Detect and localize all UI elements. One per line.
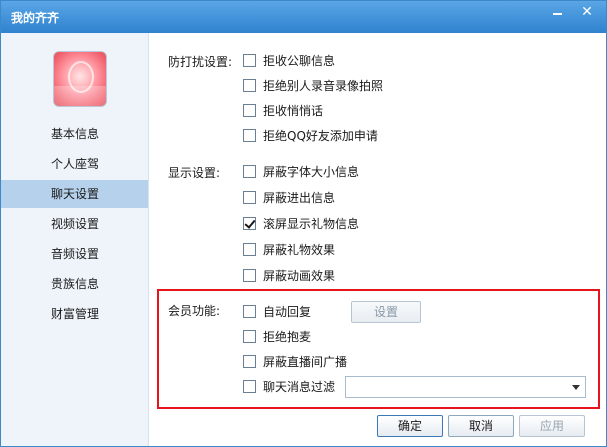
option-label: 拒绝QQ好友添加申请 [263, 129, 378, 143]
checkbox[interactable] [243, 355, 256, 368]
settings-window: 我的齐齐 ✕ 基本信息 个人座驾 聊天设置 视频设置 音频设置 贵族信息 财富管… [0, 0, 607, 447]
display-section-label: 显示设置: [168, 166, 221, 180]
settings-content: 防打扰设置: 拒收公聊信息 拒绝别人录音录像拍照 拒收悄悄话 拒绝QQ好友添加申… [150, 33, 606, 446]
window-title: 我的齐齐 [11, 11, 60, 25]
checkbox[interactable] [243, 269, 256, 282]
apply-button[interactable]: 应用 [519, 415, 585, 437]
checkbox[interactable] [243, 305, 256, 318]
option-label: 屏蔽直播间广播 [263, 355, 348, 369]
title-bar[interactable]: 我的齐齐 ✕ [1, 1, 606, 33]
option-label: 屏蔽进出信息 [263, 191, 336, 205]
avatar-glow [54, 86, 106, 106]
sidebar-item-audio-settings[interactable]: 音频设置 [1, 240, 148, 268]
auto-reply-settings-button[interactable]: 设置 [351, 301, 421, 323]
cancel-button[interactable]: 取消 [448, 415, 514, 437]
anti-disturb-section-label: 防打扰设置: [168, 55, 233, 69]
checkbox-checked[interactable] [243, 217, 256, 230]
ok-button[interactable]: 确定 [377, 415, 443, 437]
checkbox[interactable] [243, 79, 256, 92]
minimize-icon [553, 13, 562, 15]
sidebar-item-personal-vehicle[interactable]: 个人座驾 [1, 150, 148, 178]
checkbox[interactable] [243, 191, 256, 204]
sidebar-item-video-settings[interactable]: 视频设置 [1, 210, 148, 238]
checkbox[interactable] [243, 330, 256, 343]
close-button[interactable]: ✕ [575, 3, 599, 23]
checkbox[interactable] [243, 129, 256, 142]
option-label: 拒收公聊信息 [263, 54, 336, 68]
option-label: 滚屏显示礼物信息 [263, 217, 360, 231]
option-label: 聊天消息过滤 [263, 380, 336, 394]
avatar [53, 51, 107, 107]
checkbox[interactable] [243, 243, 256, 256]
checkbox[interactable] [243, 165, 256, 178]
chevron-down-icon[interactable] [572, 385, 580, 390]
option-label: 屏蔽字体大小信息 [263, 165, 360, 179]
option-label: 自动回复 [263, 305, 312, 319]
sidebar-item-chat-settings[interactable]: 聊天设置 [1, 180, 148, 208]
checkbox[interactable] [243, 104, 256, 117]
option-label: 拒绝别人录音录像拍照 [263, 79, 384, 93]
option-label: 拒收悄悄话 [263, 104, 324, 118]
close-icon: ✕ [581, 4, 593, 20]
option-label: 屏蔽礼物效果 [263, 243, 336, 257]
option-label: 屏蔽动画效果 [263, 269, 336, 283]
sidebar: 基本信息 个人座驾 聊天设置 视频设置 音频设置 贵族信息 财富管理 [1, 33, 149, 446]
option-label: 拒绝抱麦 [263, 330, 312, 344]
minimize-button[interactable] [545, 3, 569, 23]
member-section-label: 会员功能: [168, 304, 221, 318]
sidebar-item-noble-info[interactable]: 贵族信息 [1, 270, 148, 298]
sidebar-item-basic-info[interactable]: 基本信息 [1, 120, 148, 148]
checkbox[interactable] [243, 54, 256, 67]
message-filter-select[interactable] [345, 376, 586, 398]
checkbox[interactable] [243, 380, 256, 393]
sidebar-item-wealth-management[interactable]: 财富管理 [1, 300, 148, 328]
